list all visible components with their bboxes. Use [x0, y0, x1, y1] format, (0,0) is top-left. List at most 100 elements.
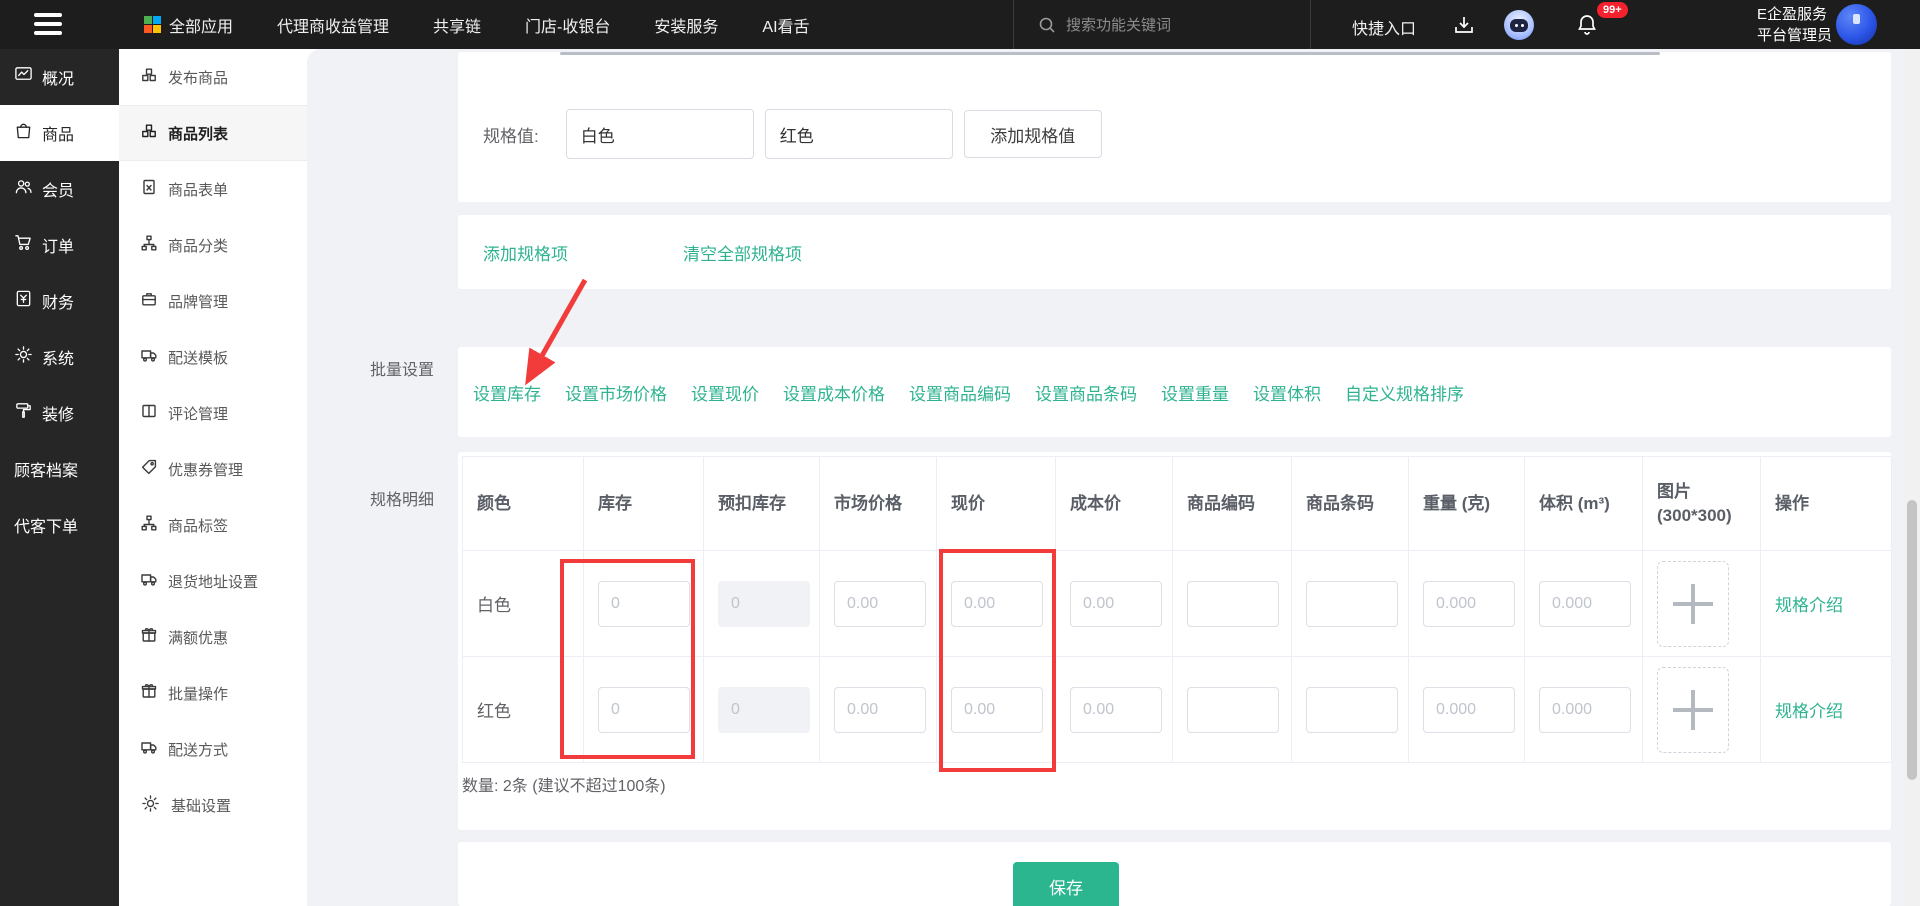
user-info[interactable]: E企盈服务 平台管理员	[1757, 4, 1832, 46]
hamburger-menu-icon[interactable]	[34, 13, 62, 36]
global-search[interactable]: 搜索功能关键词	[1038, 0, 1171, 49]
cell-volume	[1525, 551, 1643, 656]
nav-menu-item-3[interactable]: 共享链	[433, 13, 481, 37]
sidebar-item-顾客档案[interactable]: 顾客档案	[0, 441, 119, 497]
submenu-item-配送模板[interactable]: 配送模板	[119, 329, 307, 385]
weight-input-row2[interactable]	[1423, 686, 1515, 733]
batch-link-2[interactable]: 设置市场价格	[565, 380, 667, 405]
volume-input-row1[interactable]	[1539, 580, 1631, 627]
spec-value-input-2[interactable]	[764, 109, 953, 159]
gift-icon	[141, 627, 157, 647]
submenu-item-配送方式[interactable]: 配送方式	[119, 721, 307, 777]
submenu-item-批量操作[interactable]: 批量操作	[119, 665, 307, 721]
avatar[interactable]	[1836, 4, 1877, 45]
nav-menu-item-5[interactable]: 安装服务	[654, 13, 718, 37]
batch-link-7[interactable]: 设置重量	[1161, 380, 1229, 405]
spec-intro-link[interactable]: 规格介绍	[1775, 591, 1843, 616]
barcode-input-row1[interactable]	[1306, 580, 1398, 627]
nav-menu: 全部应用 代理商收益管理 共享链 门店-收银台 安装服务 AI看舌	[144, 0, 810, 49]
batch-link-6[interactable]: 设置商品条码	[1035, 380, 1137, 405]
volume-input-row2[interactable]	[1539, 686, 1631, 733]
sidebar-item-label: 财务	[42, 295, 75, 312]
cost-input-row1[interactable]	[1070, 580, 1162, 627]
batch-link-9[interactable]: 自定义规格排序	[1345, 380, 1464, 405]
scrolled-element-edge	[560, 52, 1660, 55]
sidebar-item-label: 装修	[42, 407, 75, 424]
cell-price	[937, 551, 1056, 656]
submenu-item-发布商品[interactable]: 发布商品	[119, 49, 307, 105]
user-role: 平台管理员	[1757, 27, 1833, 44]
spec-value-input-1[interactable]	[565, 109, 754, 159]
cell-cost	[1056, 657, 1173, 762]
robot-assistant-icon[interactable]	[1504, 10, 1534, 40]
add-spec-value-button[interactable]: 添加规格值	[963, 110, 1102, 158]
nav-menu-item-4[interactable]: 门店-收银台	[525, 13, 610, 37]
save-button[interactable]: 保存	[1013, 862, 1119, 906]
price-input-row2[interactable]	[951, 686, 1043, 733]
submenu-item-满额优惠[interactable]: 满额优惠	[119, 609, 307, 665]
stock-input-row1[interactable]	[598, 580, 690, 627]
secondary-sidebar: 发布商品商品列表商品表单商品分类品牌管理 配送模板评论管理优惠券管理 商品标签 退货地…	[119, 49, 307, 906]
vertical-scrollbar[interactable]	[1904, 49, 1920, 906]
search-placeholder: 搜索功能关键词	[1066, 17, 1172, 34]
submenu-item-退货地址设置[interactable]: 退货地址设置	[119, 553, 307, 609]
code-input-row2[interactable]	[1187, 686, 1279, 733]
batch-link-1[interactable]: 设置库存	[473, 380, 541, 405]
bag-icon	[14, 121, 33, 145]
table-header-volume: 体积 (m³)	[1525, 457, 1643, 550]
submenu-item-品牌管理[interactable]: 品牌管理	[119, 273, 307, 329]
nav-divider	[1310, 0, 1311, 49]
truck-icon	[141, 739, 157, 759]
quick-entry-link[interactable]: 快捷入口	[1352, 15, 1416, 39]
nav-menu-item-2[interactable]: 代理商收益管理	[277, 13, 389, 37]
submenu-item-label: 商品分类	[168, 237, 229, 255]
add-spec-item-link[interactable]: 添加规格项	[483, 240, 568, 265]
batch-settings-label: 批量设置	[370, 362, 435, 379]
stock-input-row2[interactable]	[598, 686, 690, 733]
image-upload-button[interactable]	[1657, 666, 1729, 753]
nav-menu-item-6[interactable]: AI看舌	[762, 13, 809, 37]
download-icon[interactable]	[1452, 13, 1476, 37]
batch-link-5[interactable]: 设置商品编码	[909, 380, 1011, 405]
spec-intro-link[interactable]: 规格介绍	[1775, 697, 1843, 722]
submenu-item-label: 评论管理	[168, 405, 229, 423]
sidebar-item-订单[interactable]: 订单	[0, 217, 119, 273]
submenu-item-label: 商品列表	[168, 125, 229, 143]
scrollbar-thumb[interactable]	[1907, 500, 1917, 780]
submenu-item-商品列表[interactable]: 商品列表	[119, 105, 307, 161]
submenu-item-商品标签[interactable]: 商品标签	[119, 497, 307, 553]
nav-menu-item-1[interactable]: 全部应用	[144, 13, 233, 37]
submenu-item-评论管理[interactable]: 评论管理	[119, 385, 307, 441]
submenu-item-商品分类[interactable]: 商品分类	[119, 217, 307, 273]
sidebar-item-商品[interactable]: 商品	[0, 105, 119, 161]
barcode-input-row2[interactable]	[1306, 686, 1398, 733]
sidebar-item-代客下单[interactable]: 代客下单	[0, 497, 119, 553]
price-input-row1[interactable]	[951, 580, 1043, 627]
market-input-row2[interactable]	[834, 686, 926, 733]
sidebar-item-会员[interactable]: 会员	[0, 161, 119, 217]
table-row-白色: 白色 规格介绍	[463, 551, 1891, 657]
weight-input-row1[interactable]	[1423, 580, 1515, 627]
cell-hold	[704, 551, 820, 656]
batch-link-8[interactable]: 设置体积	[1253, 380, 1321, 405]
batch-link-3[interactable]: 设置现价	[691, 380, 759, 405]
cell-stock	[584, 657, 704, 762]
cell-op: 规格介绍	[1761, 657, 1891, 762]
submenu-item-label: 配送方式	[168, 741, 229, 759]
code-input-row1[interactable]	[1187, 580, 1279, 627]
market-input-row1[interactable]	[834, 580, 926, 627]
sidebar-item-系统[interactable]: 系统	[0, 329, 119, 385]
submenu-item-优惠券管理[interactable]: 优惠券管理	[119, 441, 307, 497]
sidebar-item-财务[interactable]: 财务	[0, 273, 119, 329]
bell-icon[interactable]	[1575, 13, 1599, 37]
batch-link-4[interactable]: 设置成本价格	[783, 380, 885, 405]
image-upload-button[interactable]	[1657, 560, 1729, 647]
clear-all-spec-items-link[interactable]: 清空全部规格项	[683, 240, 802, 265]
sidebar-item-装修[interactable]: 装修	[0, 385, 119, 441]
cell-barcode	[1292, 551, 1409, 656]
submenu-item-商品表单[interactable]: 商品表单	[119, 161, 307, 217]
sidebar-item-概况[interactable]: 概况	[0, 49, 119, 105]
submenu-item-基础设置[interactable]: 基础设置	[119, 777, 307, 833]
cost-input-row2[interactable]	[1070, 686, 1162, 733]
briefcase-icon	[141, 291, 157, 311]
